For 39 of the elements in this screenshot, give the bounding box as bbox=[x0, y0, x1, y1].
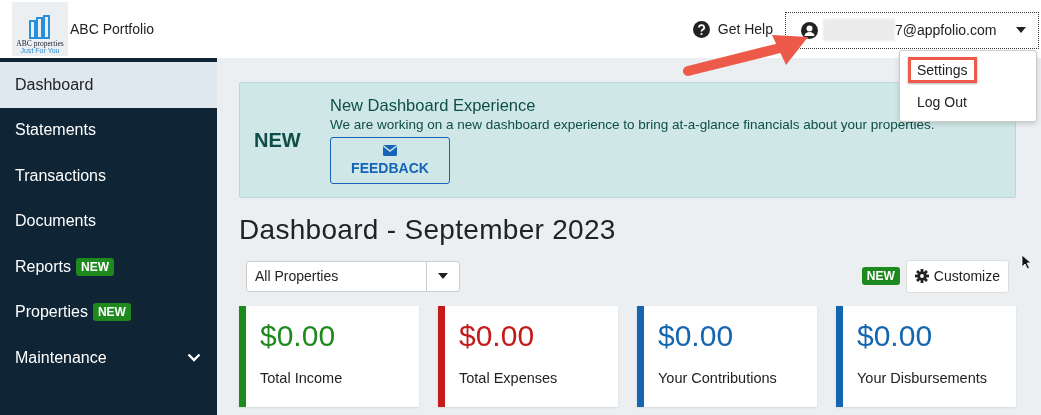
menu-item[interactable]: Log Out bbox=[908, 89, 976, 115]
app-title: ABC Portfolio bbox=[70, 21, 155, 37]
account-email: 7@appfolio.com bbox=[895, 22, 997, 38]
mouse-cursor-icon bbox=[1021, 254, 1032, 270]
card-amount: $0.00 bbox=[459, 319, 536, 353]
card-label: Total Expenses bbox=[459, 370, 558, 386]
card-amount: $0.00 bbox=[260, 319, 337, 353]
account-menu-button[interactable]: 7@appfolio.com bbox=[785, 11, 1039, 49]
new-badge: NEW bbox=[861, 267, 900, 285]
card-label: Total Income bbox=[260, 370, 343, 386]
envelope-icon bbox=[383, 145, 397, 156]
sidebar-item[interactable]: Dashboard bbox=[0, 62, 217, 108]
sidebar-item[interactable]: Documents bbox=[0, 198, 217, 244]
sidebar-item[interactable]: Maintenance bbox=[0, 335, 217, 381]
caret-icon bbox=[438, 273, 448, 279]
caret-icon bbox=[1016, 27, 1026, 33]
page-heading: Dashboard - September 2023 bbox=[239, 214, 617, 246]
banner-title: New Dashboard Experience bbox=[330, 96, 536, 115]
sidebar-item[interactable]: Reports NEW bbox=[0, 244, 217, 290]
card-amount: $0.00 bbox=[857, 319, 934, 353]
user-icon bbox=[801, 21, 818, 39]
sidebar-item[interactable]: Statements bbox=[0, 107, 217, 153]
sidebar-item[interactable]: Transactions bbox=[0, 153, 217, 199]
property-select[interactable]: All Properties bbox=[246, 260, 460, 292]
logo-bars-icon bbox=[29, 15, 51, 39]
card-label: Your Contributions bbox=[658, 370, 777, 386]
card-label: Your Disbursements bbox=[857, 370, 988, 386]
customize-button[interactable]: Customize bbox=[905, 259, 1009, 293]
banner-text: We are working on a new dashboard experience to bring at-a-glance financials about your properties. bbox=[330, 117, 935, 132]
menu-item[interactable]: Settings bbox=[908, 57, 977, 83]
gear-icon bbox=[914, 269, 929, 283]
banner-tag: NEW bbox=[254, 128, 330, 152]
help-link[interactable]: Get Help bbox=[692, 20, 773, 38]
card-amount: $0.00 bbox=[658, 319, 735, 353]
new-badge: NEW bbox=[76, 257, 115, 276]
help-icon bbox=[692, 20, 710, 38]
feedback-button[interactable]: FEEDBACK bbox=[330, 137, 450, 184]
sidebar-item[interactable]: Properties NEW bbox=[0, 289, 217, 335]
new-badge: NEW bbox=[92, 303, 131, 322]
